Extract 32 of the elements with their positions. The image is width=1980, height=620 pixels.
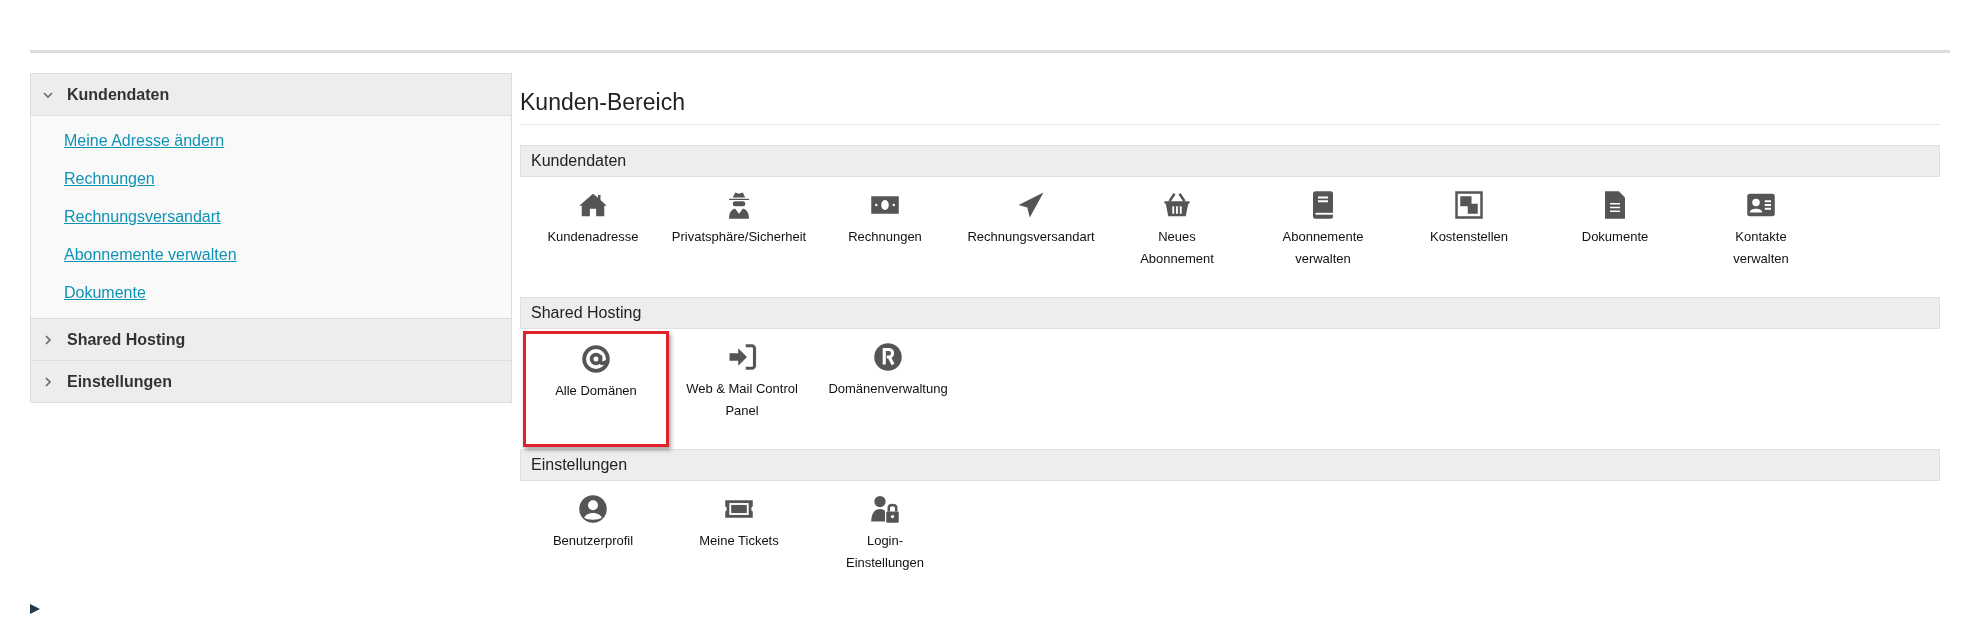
chevron-icon xyxy=(43,89,53,100)
menu-tile[interactable]: Benutzerprofil xyxy=(520,481,666,599)
chevron-icon xyxy=(43,376,53,387)
menu-tile[interactable]: Kontakte verwalten xyxy=(1688,177,1834,295)
section-header: Einstellungen xyxy=(520,449,1940,481)
menu-tile[interactable]: Abonnemente verwalten xyxy=(1250,177,1396,295)
registered-icon xyxy=(873,342,903,372)
chevron-icon xyxy=(43,334,53,345)
menu-tile[interactable]: Kostenstellen xyxy=(1396,177,1542,295)
page-title: Kunden-Bereich xyxy=(520,73,1940,125)
menu-tile[interactable]: Alle Domänen xyxy=(523,331,669,447)
user-lock-icon xyxy=(870,494,900,524)
menu-tile[interactable]: Kundenadresse xyxy=(520,177,666,295)
squares-icon xyxy=(1454,190,1484,220)
section-header: Shared Hosting xyxy=(520,297,1940,329)
menu-tile[interactable]: Meine Tickets xyxy=(666,481,812,599)
menu-tile[interactable]: Domänenverwaltung xyxy=(815,329,961,447)
sidebar-section-header[interactable]: Kundendaten xyxy=(31,74,511,116)
menu-tile[interactable]: Rechnungen xyxy=(812,177,958,295)
sidebar-section-header[interactable]: Shared Hosting xyxy=(31,319,511,361)
user-circle-icon xyxy=(578,494,608,524)
at-sign-icon xyxy=(581,344,611,374)
menu-tile[interactable]: Dokumente xyxy=(1542,177,1688,295)
menu-tile[interactable]: Neues Abonnement xyxy=(1104,177,1250,295)
menu-tile[interactable]: Rechnungsversandart xyxy=(958,177,1104,295)
sign-in-icon xyxy=(727,342,757,372)
sidebar-section-header[interactable]: Einstellungen xyxy=(31,361,511,402)
section-header: Kundendaten xyxy=(520,145,1940,177)
menu-tile[interactable]: Web & Mail Control Panel xyxy=(669,329,815,447)
menu-tile[interactable]: Privatsphäre/Sicherheit xyxy=(666,177,812,295)
triangle-icon xyxy=(30,604,40,614)
menu-tile[interactable]: Login- Einstellungen xyxy=(812,481,958,599)
